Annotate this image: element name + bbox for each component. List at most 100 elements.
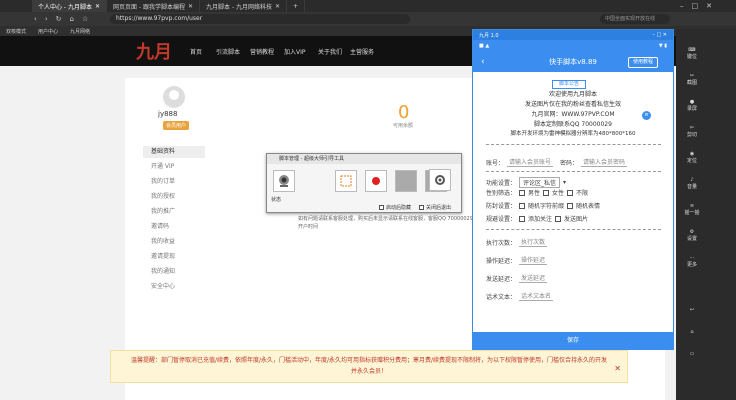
nav-vip[interactable]: 加入VIP (284, 47, 306, 56)
sidebar-item-security[interactable]: 安全中心 (143, 281, 205, 293)
tab-label: 个人中心 - 九月脚本 (38, 3, 92, 11)
new-tab-button[interactable]: + (287, 0, 306, 12)
recent-apps-icon[interactable]: ▭ (684, 351, 700, 357)
refresh-icon[interactable]: ↻ (56, 15, 62, 23)
exec-input[interactable]: 执行次数 (519, 237, 548, 247)
any-checkbox[interactable] (567, 189, 574, 196)
prefix-checkbox[interactable] (519, 202, 526, 209)
announce-line: 发送图片仅在我的粉丝查看私信生效 (524, 101, 621, 108)
announce-line: 脚本定制联系QQ 70000029 (534, 121, 612, 128)
exec-label: 执行次数： (486, 239, 517, 247)
cut-icon[interactable]: ✄ 剪切 (684, 125, 700, 138)
option-label: 女性 (552, 190, 565, 197)
op-delay-input[interactable]: 操作延迟 (519, 255, 548, 265)
text-label: 话术文本： (486, 293, 517, 301)
tab-3[interactable]: 九月脚本 - 九月网络科技 ✕ (200, 0, 288, 12)
volume-icon[interactable]: ♪ 音量 (684, 177, 700, 190)
extra-label: 规避设置： (486, 216, 517, 223)
female-checkbox[interactable] (543, 189, 550, 196)
option-label: 添加关注 (528, 216, 553, 223)
chevron-down-icon[interactable]: ▾ (563, 179, 566, 186)
minimize-icon[interactable]: – (680, 2, 684, 10)
record-screen-icon[interactable]: ● 录屏 (684, 99, 700, 112)
battery-icon: ▼ ▮ (658, 43, 667, 49)
nav-about[interactable]: 关于我们 (318, 47, 342, 56)
divider (486, 229, 661, 230)
male-checkbox[interactable] (519, 189, 526, 196)
sidebar-item-notify[interactable]: 我的通知 (143, 266, 205, 278)
maximize-icon[interactable]: □ (692, 2, 699, 10)
sidebar-item-profile[interactable]: 基础资料 (143, 146, 205, 158)
password-input[interactable]: 请输入会员密码 (581, 157, 628, 167)
sidebar-item-invite[interactable]: 邀请码 (143, 221, 205, 233)
bookmark-item[interactable]: 九月网络 (70, 28, 90, 35)
account-label: 账号： (486, 159, 505, 167)
location-icon[interactable]: ◉ 定位 (684, 151, 700, 164)
url-input[interactable]: https://www.97pvp.com/user (110, 14, 410, 24)
sidebar-item-withdraw[interactable]: 邀请提现 (143, 251, 205, 263)
nav-home[interactable]: 首页 (190, 47, 202, 56)
sidebar-item-vip[interactable]: 开通 VIP (143, 161, 205, 173)
shake-icon[interactable]: ≋ 摇一摇 (684, 203, 700, 216)
send-row: 发送延迟： 发送延迟 (486, 273, 548, 283)
nav-tutorials[interactable]: 营销教程 (250, 47, 274, 56)
divider (486, 144, 661, 145)
tab-2[interactable]: 网页页面 - 跟我学脚本编程 ✕ (107, 0, 201, 12)
settings-icon[interactable]: ⚙ 设置 (684, 229, 700, 242)
sidebar-item-earnings[interactable]: 我的收益 (143, 236, 205, 248)
balance-value: 0 (398, 102, 410, 123)
robot-icon[interactable] (273, 170, 295, 192)
account-row: 账号： 请输入会员账号 密码： 请输入会员密码 (486, 157, 628, 167)
option-label: 不限 (576, 190, 589, 197)
home-icon[interactable]: ⌂ (70, 15, 74, 23)
record-icon[interactable] (365, 170, 387, 192)
rail-label: 截图 (686, 80, 697, 86)
bookmark-item[interactable]: 用户中心 (38, 28, 58, 35)
home-nav-icon[interactable]: ⌂ (684, 329, 700, 335)
hide-checkbox[interactable]: 启动后隐藏 (379, 204, 411, 211)
rail-label: 更多 (686, 262, 697, 268)
avatar[interactable] (163, 86, 185, 108)
gear-icon[interactable] (429, 169, 451, 191)
scroll-icon[interactable]: ≡ (642, 111, 651, 120)
sidebar-item-promo[interactable]: 我的推广 (143, 206, 205, 218)
tutorial-button[interactable]: 使用教程 (628, 57, 658, 68)
back-nav-icon[interactable]: ↩ (684, 307, 700, 313)
follow-checkbox[interactable] (519, 215, 526, 222)
back-icon[interactable]: ‹ (34, 15, 37, 23)
forward-icon[interactable]: › (45, 15, 48, 23)
bookmark-item[interactable]: 双核模式 (6, 28, 26, 35)
close-icon[interactable]: ✕ (706, 2, 712, 10)
nav-services[interactable]: 主营服务 (350, 47, 374, 56)
save-button[interactable]: 保存 (473, 332, 673, 350)
select-region-icon[interactable] (335, 170, 357, 192)
more-icon[interactable]: ⋯ 更多 (684, 255, 700, 268)
send-delay-input[interactable]: 发送延迟 (519, 273, 548, 283)
screenshot-icon[interactable]: ✂ 截图 (684, 73, 700, 86)
rail-label: 键位 (686, 54, 697, 60)
close-icon[interactable]: ✕ (614, 363, 621, 374)
page-title: 快手脚本v8.89 (549, 58, 597, 66)
extra-row: 规避设置： 添加关注 发送图片 (486, 214, 588, 223)
sidebar-item-auth[interactable]: 我的授权 (143, 191, 205, 203)
nav-scripts[interactable]: 引流脚本 (216, 47, 240, 56)
search-input[interactable]: 中国全面实现开放在线 (600, 14, 670, 24)
emoji-checkbox[interactable] (567, 202, 574, 209)
exec-row: 执行次数： 执行次数 (486, 237, 548, 247)
tab-user-center[interactable]: 个人中心 - 九月脚本 ✕ (32, 0, 108, 12)
keymap-icon[interactable]: ⌨ 键位 (684, 47, 700, 60)
account-input[interactable]: 请输入会员账号 (507, 157, 554, 167)
function-select[interactable]: 评论区_私信 (519, 177, 561, 188)
image-checkbox[interactable] (555, 215, 562, 222)
back-icon[interactable]: ‹ (481, 57, 485, 67)
site-logo[interactable]: 九月 (136, 38, 172, 64)
option-label: 发送图片 (564, 216, 589, 223)
star-icon[interactable]: ☆ (82, 15, 88, 23)
sidebar-item-orders[interactable]: 我的订单 (143, 176, 205, 188)
emulator-titlebar: 九月 1.0 – □ ✕ (473, 30, 673, 40)
emulator-controls[interactable]: – □ ✕ (652, 32, 667, 38)
pause-icon[interactable] (395, 170, 417, 192)
option-label: 随机字符前缀 (528, 203, 565, 210)
exit-checkbox[interactable]: 关闭后退出 (419, 204, 451, 211)
text-input[interactable]: 话术文本名 (519, 291, 554, 301)
